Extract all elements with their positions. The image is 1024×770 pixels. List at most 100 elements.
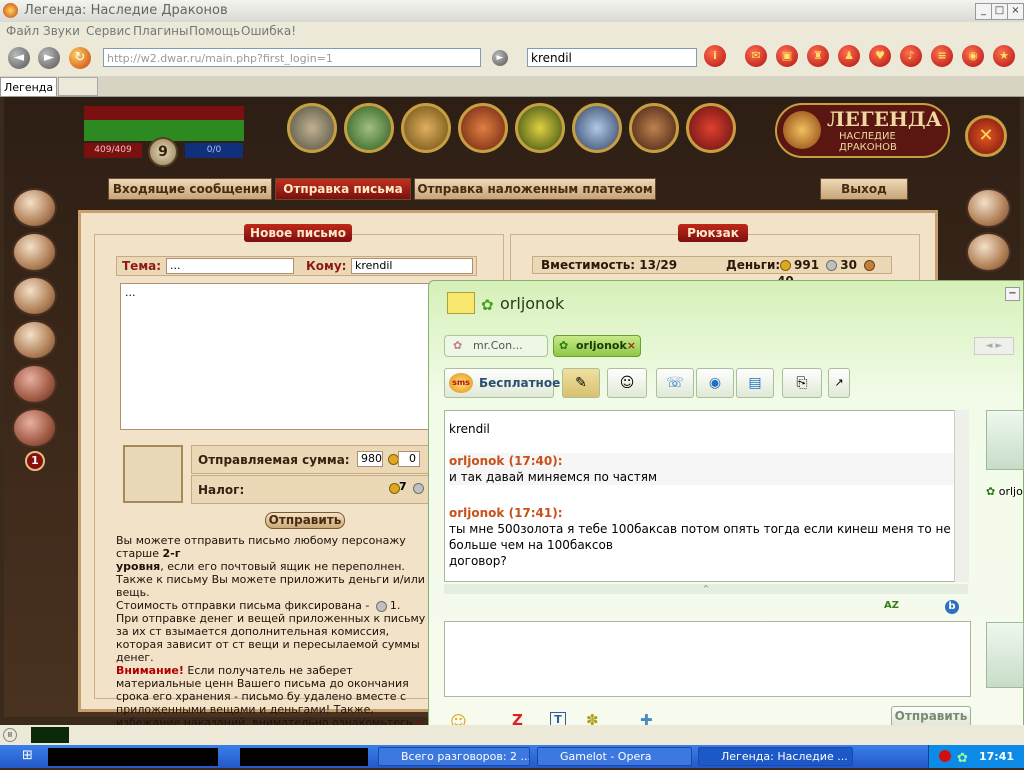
left-slot-6[interactable] [12, 408, 57, 448]
notification-badge[interactable]: 1 [25, 451, 45, 471]
menu-service[interactable]: Сервис [86, 24, 131, 38]
chat-tab-mrcon[interactable]: ✿ mr.Con... [444, 335, 548, 357]
tab-inbox[interactable]: Входящие сообщения [108, 178, 272, 200]
call-button[interactable]: ☏ [656, 368, 694, 398]
splitter-handle[interactable]: ^ [444, 584, 968, 594]
qip-tray-icon[interactable]: ✿ [957, 747, 968, 770]
left-slot-1[interactable] [12, 188, 57, 228]
webcam-button[interactable]: ◉ [696, 368, 734, 398]
medal-axe-icon[interactable] [686, 103, 736, 153]
chat-input[interactable] [444, 621, 971, 697]
tab-send-letter[interactable]: Отправка письма [275, 178, 411, 200]
message-body-textarea[interactable]: ... [120, 283, 440, 430]
messenger-title: orljonok [500, 294, 565, 313]
browser-tab-legend[interactable]: Легенда [0, 77, 57, 96]
contact-name: orljo [998, 485, 1023, 498]
go-icon[interactable]: ► [492, 50, 508, 66]
left-slot-3[interactable] [12, 276, 57, 316]
refresh-icon[interactable]: ↻ [69, 47, 91, 69]
toolbar-mail-icon[interactable]: ✉ [745, 45, 767, 67]
toolbar-heart-icon[interactable]: ♥ [869, 45, 891, 67]
attachment-slot[interactable] [123, 445, 183, 503]
messenger-minimize-button[interactable]: − [1005, 287, 1020, 301]
task-messenger[interactable]: Всего разговоров: 2 ... [378, 747, 530, 766]
send-letter-button[interactable]: Отправить [265, 512, 345, 529]
spellcheck-icon[interactable]: AZ [884, 600, 899, 611]
crossed-swords-icon[interactable]: ✕ [965, 115, 1007, 157]
tab-scroll-arrows[interactable]: ◄ ► [974, 337, 1014, 355]
status-flower-icon: ✿ [986, 485, 996, 498]
left-slot-4[interactable] [12, 320, 57, 360]
task-label: Gamelot - Opera [560, 750, 652, 763]
chat-scrollbar[interactable] [954, 410, 969, 582]
backpack-info-bar: Вместимость: 13/29 Деньги: 991 30 40 [532, 256, 892, 288]
toolbar-figure-icon[interactable]: ♟ [838, 45, 860, 67]
exit-button[interactable]: Выход [820, 178, 908, 200]
chat-text: договор? [449, 554, 507, 568]
toolbar-list-icon[interactable]: ≡ [931, 45, 953, 67]
right-slot-2[interactable] [966, 232, 1011, 272]
toolbar-music-icon[interactable]: ♪ [900, 45, 922, 67]
start-windows-icon[interactable]: ⊞ [22, 748, 33, 763]
user-info-button[interactable]: ☺ [607, 368, 647, 398]
external-link-button[interactable]: ↗ [828, 368, 850, 398]
subject-input[interactable]: ... [166, 258, 294, 274]
close-tab-icon[interactable]: × [627, 336, 636, 356]
free-sms-button[interactable]: sms Бесплатное [444, 368, 560, 398]
to-input[interactable]: krendil [351, 258, 473, 274]
money-label: Деньги: [726, 258, 781, 272]
amount-silver-input[interactable]: 0 [398, 451, 420, 467]
opera-tray-icon[interactable] [939, 750, 951, 762]
medal-scroll-icon[interactable] [401, 103, 451, 153]
task-opera[interactable]: Gamelot - Opera [537, 747, 692, 766]
toolbar-star-icon[interactable]: ★ [993, 45, 1015, 67]
menu-sounds[interactable]: Звуки [43, 24, 80, 38]
chat-send-button[interactable]: Отправить [891, 706, 971, 727]
game-logo-line2: НАСЛЕДИЕ ДРАКОНОВ [839, 131, 897, 153]
info-attach: Также к письму Вы можете приложить деньг… [116, 573, 425, 599]
medal-character-icon[interactable] [287, 103, 337, 153]
bronze-coin-icon [864, 260, 876, 271]
maximize-button[interactable]: □ [991, 3, 1008, 20]
toolbar-camera-icon[interactable]: ◉ [962, 45, 984, 67]
info-icon[interactable]: i [704, 45, 726, 67]
toolbar-monitor-icon[interactable]: ▣ [776, 45, 798, 67]
pause-icon[interactable]: II [3, 728, 17, 742]
forward-icon[interactable]: ► [38, 47, 60, 69]
task-legend[interactable]: Легенда: Наследие ... [698, 747, 853, 766]
url-input[interactable]: http://w2.dwar.ru/main.php?first_login=1 [103, 48, 481, 67]
medal-knight-icon[interactable] [344, 103, 394, 153]
chat-tab-orljonok[interactable]: ✿ orljonok × [553, 335, 641, 357]
task-label: Легенда: Наследие ... [721, 750, 848, 763]
medal-castle-icon[interactable] [572, 103, 622, 153]
login-select[interactable]: krendil [527, 48, 697, 67]
notes-button[interactable]: ✎ [562, 368, 600, 398]
free-sms-label: Бесплатное [479, 376, 561, 390]
compose-header: Новое письмо [244, 224, 352, 242]
menu-file[interactable]: Файл [6, 24, 39, 38]
browser-tab-empty[interactable] [58, 77, 98, 96]
game-logo-line1: ЛЕГЕНДА [827, 107, 942, 131]
left-slot-2[interactable] [12, 232, 57, 272]
browser-tab-bar [0, 76, 1024, 97]
right-slot-1[interactable] [966, 188, 1011, 228]
menu-error[interactable]: Ошибка! [241, 24, 296, 38]
amount-gold-input[interactable]: 980 [357, 451, 383, 467]
money-silver: 30 [840, 258, 857, 272]
minimize-button[interactable]: _ [975, 3, 992, 20]
back-icon[interactable]: ◄ [8, 47, 30, 69]
menu-plugins[interactable]: Плагины [133, 24, 188, 38]
fax-button[interactable]: ▤ [736, 368, 774, 398]
font-settings-icon[interactable]: b [945, 600, 959, 614]
medal-map-icon[interactable] [515, 103, 565, 153]
toolbar-shirt-icon[interactable]: ♜ [807, 45, 829, 67]
chat-tab-label: mr.Con... [473, 339, 523, 352]
file-transfer-button[interactable]: ⎘ [782, 368, 822, 398]
medal-sword-icon[interactable] [458, 103, 508, 153]
left-slot-5[interactable] [12, 364, 57, 404]
medal-bear-icon[interactable] [629, 103, 679, 153]
close-button[interactable]: × [1007, 3, 1024, 20]
menu-help[interactable]: Помощь [189, 24, 240, 38]
tab-cash-on-delivery[interactable]: Отправка наложенным платежом [414, 178, 656, 200]
hp-bar: 409/409 [84, 143, 142, 158]
